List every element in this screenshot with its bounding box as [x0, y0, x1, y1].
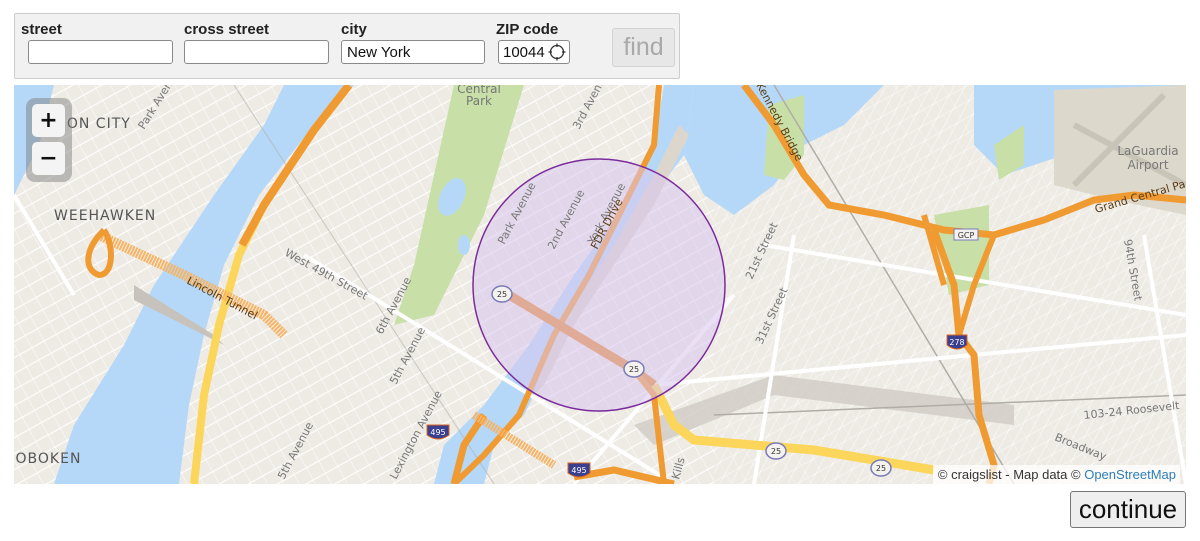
- svg-text:495: 495: [430, 428, 445, 437]
- zoom-control: + −: [26, 98, 72, 182]
- svg-text:495: 495: [571, 466, 586, 475]
- cross-street-input[interactable]: [184, 40, 329, 64]
- search-panel: street cross street city ZIP code find: [14, 13, 680, 79]
- zip-input-wrapper: [498, 40, 570, 64]
- interstate-278-shield: 278: [946, 334, 968, 350]
- zoom-in-button[interactable]: +: [32, 104, 65, 137]
- city-input[interactable]: [341, 40, 485, 64]
- interstate-495-shield: 495: [567, 462, 591, 478]
- street-label: street: [21, 21, 62, 38]
- svg-text:25: 25: [629, 365, 639, 374]
- svg-text:278: 278: [949, 338, 964, 347]
- zip-label: ZIP code: [496, 21, 559, 38]
- find-button[interactable]: find: [612, 28, 675, 67]
- route-25-shield: 25: [491, 285, 513, 303]
- map-tiles[interactable]: 25 25 25 25 495 495 278 GCP UNION CITY W…: [14, 85, 1186, 484]
- poi-label-central-park-2: Park: [466, 94, 492, 108]
- interstate-495-shield: 495: [426, 424, 450, 440]
- route-25-shield: 25: [870, 459, 892, 477]
- cross-street-label: cross street: [184, 21, 270, 38]
- svg-text:25: 25: [876, 464, 886, 473]
- zip-field-group: ZIP code: [490, 22, 570, 64]
- svg-text:GCP: GCP: [958, 231, 975, 240]
- continue-button[interactable]: continue: [1070, 491, 1186, 528]
- poi-label-laguardia: LaGuardia: [1117, 144, 1178, 158]
- svg-text:25: 25: [497, 290, 507, 299]
- route-25-shield: 25: [765, 442, 787, 460]
- crosshair-locate-icon[interactable]: [548, 43, 566, 61]
- city-field-group: city: [335, 22, 485, 64]
- openstreetmap-link[interactable]: OpenStreetMap: [1084, 467, 1176, 482]
- street-input[interactable]: [28, 40, 173, 64]
- gcp-shield: GCP: [953, 228, 979, 241]
- svg-text:25: 25: [771, 447, 781, 456]
- place-label-weehawken: WEEHAWKEN: [54, 208, 156, 224]
- map-attribution: © craigslist - Map data © OpenStreetMap: [932, 465, 1180, 484]
- zoom-out-button[interactable]: −: [32, 142, 65, 175]
- cross-street-field-group: cross street: [178, 22, 329, 64]
- place-label-hoboken: HOBOKEN: [14, 451, 81, 467]
- zip-input[interactable]: [499, 41, 549, 63]
- attribution-text: © craigslist - Map data ©: [937, 467, 1085, 482]
- street-field-group: street: [15, 22, 173, 64]
- route-25-shield: 25: [623, 360, 645, 378]
- poi-label-laguardia-2: Airport: [1127, 158, 1168, 172]
- city-label: city: [341, 21, 367, 38]
- search-radius-circle: [472, 158, 726, 412]
- map[interactable]: 25 25 25 25 495 495 278 GCP UNION CITY W…: [14, 85, 1186, 484]
